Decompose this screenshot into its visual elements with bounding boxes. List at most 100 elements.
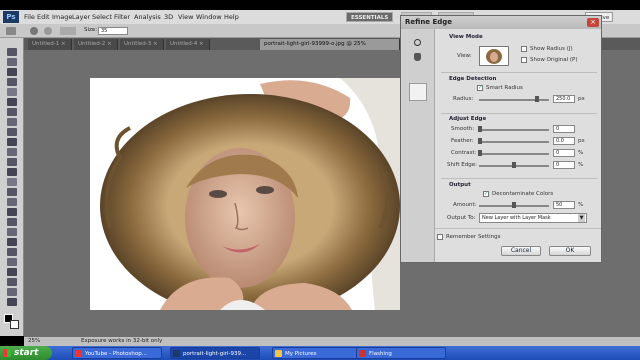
- taskbar-item-my-pictures[interactable]: My Pictures: [272, 347, 362, 359]
- tool-preset-icon[interactable]: [6, 27, 16, 35]
- zoom-level[interactable]: 25%: [28, 338, 40, 344]
- toolbox-tool-icon[interactable]: [7, 278, 17, 286]
- taskbar-item-youtube[interactable]: YouTube - Photoshop...: [72, 347, 162, 359]
- contrast-label: Contrast:: [451, 150, 477, 156]
- tab-portrait-document[interactable]: portrait-light-girl-93999-o.jpg @ 25%: [260, 39, 400, 50]
- menu-edit[interactable]: Edit: [37, 13, 50, 21]
- brush-options-icon[interactable]: [60, 27, 76, 35]
- toolbox-tool-icon[interactable]: [7, 158, 17, 166]
- menu-window[interactable]: Window: [196, 13, 222, 21]
- toolbox-tool-icon[interactable]: [7, 68, 17, 76]
- windows-logo-icon: [3, 349, 11, 357]
- output-to-select[interactable]: New Layer with Layer Mask ▼: [479, 213, 587, 223]
- cancel-button[interactable]: Cancel: [501, 246, 541, 256]
- show-radius-checkbox[interactable]: [521, 46, 527, 52]
- toolbox-tool-icon[interactable]: [7, 178, 17, 186]
- menu-analysis[interactable]: Analysis: [134, 13, 161, 21]
- radius-slider-handle[interactable]: [535, 96, 540, 102]
- toolbox-tool-icon[interactable]: [7, 238, 17, 246]
- taskbar-item-photoshop[interactable]: portrait-light-girl-939...: [170, 347, 260, 359]
- hand-tool-icon[interactable]: [414, 53, 421, 61]
- decontaminate-colors-checkbox[interactable]: ✓: [483, 191, 489, 197]
- menu-image[interactable]: Image: [52, 13, 72, 21]
- amount-field[interactable]: 50: [553, 201, 575, 209]
- view-thumbnail[interactable]: [479, 46, 509, 66]
- toolbox-tool-icon[interactable]: [7, 78, 17, 86]
- toolbox-tool-icon[interactable]: [7, 118, 17, 126]
- contrast-field[interactable]: 0: [553, 149, 575, 157]
- menu-filter[interactable]: Filter: [114, 13, 130, 21]
- shift-edge-unit: %: [578, 162, 584, 168]
- menu-help[interactable]: Help: [224, 13, 239, 21]
- toolbox-tool-icon[interactable]: [7, 288, 17, 296]
- toolbox-tool-icon[interactable]: [7, 108, 17, 116]
- brush-add-icon[interactable]: [44, 27, 52, 35]
- workspace-essentials-button[interactable]: ESSENTIALS: [346, 12, 394, 22]
- toolbox-tool-icon[interactable]: [7, 48, 17, 56]
- radius-field[interactable]: 250.0: [553, 95, 575, 103]
- divider: [441, 178, 597, 179]
- toolbox-tool-icon[interactable]: [7, 208, 17, 216]
- toolbox-tool-icon[interactable]: [7, 228, 17, 236]
- toolbox-tool-icon[interactable]: [7, 248, 17, 256]
- feather-field[interactable]: 0.0: [553, 137, 575, 145]
- document-canvas[interactable]: [90, 78, 400, 310]
- tab-untitled-3[interactable]: Untitled-3 ×: [120, 39, 164, 50]
- tab-untitled-2[interactable]: Untitled-2 ×: [74, 39, 118, 50]
- close-button[interactable]: ×: [587, 18, 599, 27]
- view-mode-heading: View Mode: [449, 34, 483, 40]
- refine-radius-tool-icon[interactable]: [409, 83, 427, 101]
- smart-radius-checkbox[interactable]: ✓: [477, 85, 483, 91]
- start-button[interactable]: start: [0, 346, 52, 360]
- remember-settings-checkbox[interactable]: [437, 234, 443, 240]
- radius-label: Radius:: [453, 96, 474, 102]
- output-heading: Output: [449, 182, 471, 188]
- toolbox-tool-icon[interactable]: [7, 88, 17, 96]
- size-field[interactable]: 35: [98, 27, 128, 35]
- radius-unit: px: [578, 96, 585, 102]
- toolbox-tool-icon[interactable]: [7, 138, 17, 146]
- menu-layer[interactable]: Layer: [72, 13, 90, 21]
- show-original-label: Show Original (P): [530, 57, 578, 63]
- toolbox-tool-icon[interactable]: [7, 148, 17, 156]
- menu-view[interactable]: View: [178, 13, 193, 21]
- amount-slider-handle[interactable]: [512, 202, 516, 208]
- zoom-tool-icon[interactable]: [414, 39, 421, 46]
- ok-button[interactable]: OK: [549, 246, 591, 256]
- tab-untitled-1[interactable]: Untitled-1 ×: [28, 39, 72, 50]
- smooth-slider[interactable]: [479, 129, 549, 131]
- shift-edge-slider-handle[interactable]: [512, 162, 516, 168]
- toolbox-tool-icon[interactable]: [7, 198, 17, 206]
- divider: [441, 113, 597, 114]
- smooth-slider-handle[interactable]: [478, 126, 482, 132]
- chevron-down-icon: ▼: [578, 214, 585, 222]
- screen-bottom-band: [0, 336, 24, 346]
- smooth-field[interactable]: 0: [553, 125, 575, 133]
- menu-file[interactable]: File: [24, 13, 35, 21]
- toolbox-tool-icon[interactable]: [7, 218, 17, 226]
- toolbox-tool-icon[interactable]: [7, 128, 17, 136]
- toolbox-tool-icon[interactable]: [7, 268, 17, 276]
- taskbar-item-label: YouTube - Photoshop...: [85, 351, 147, 357]
- tab-untitled-4[interactable]: Untitled-4 ×: [166, 39, 210, 50]
- show-original-checkbox[interactable]: [521, 57, 527, 63]
- shift-edge-field[interactable]: 0: [553, 161, 575, 169]
- toolbox-tool-icon[interactable]: [7, 58, 17, 66]
- taskbar-item-flashing[interactable]: Flashing: [356, 347, 446, 359]
- feather-label: Feather:: [451, 138, 474, 144]
- output-to-label: Output To:: [447, 215, 476, 221]
- toolbox-tool-icon[interactable]: [7, 188, 17, 196]
- feather-slider[interactable]: [479, 141, 549, 143]
- menu-3d[interactable]: 3D: [164, 13, 173, 21]
- menu-select[interactable]: Select: [92, 13, 112, 21]
- status-message: Exposure works in 32-bit only: [81, 338, 163, 344]
- contrast-slider[interactable]: [479, 153, 549, 155]
- contrast-slider-handle[interactable]: [478, 150, 482, 156]
- toolbox-tool-icon[interactable]: [7, 98, 17, 106]
- toolbox-tool-icon[interactable]: [7, 168, 17, 176]
- toolbox-tool-icon[interactable]: [7, 258, 17, 266]
- brush-mode-icon[interactable]: [30, 27, 38, 35]
- background-color-swatch[interactable]: [10, 320, 19, 329]
- toolbox-tool-icon[interactable]: [7, 298, 17, 306]
- feather-slider-handle[interactable]: [478, 138, 482, 144]
